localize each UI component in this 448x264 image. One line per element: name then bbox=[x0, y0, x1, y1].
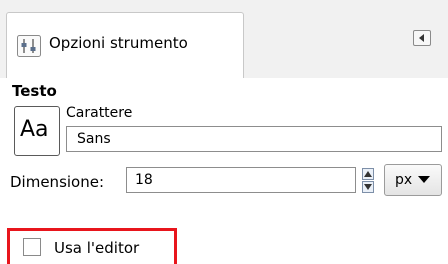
unit-value: px bbox=[395, 172, 413, 188]
font-preview-button[interactable]: Aa bbox=[14, 106, 60, 156]
unit-select[interactable]: px bbox=[384, 164, 442, 196]
font-preview-text: Aa bbox=[20, 117, 49, 142]
tab-menu-button[interactable] bbox=[413, 30, 431, 46]
tab-tool-options[interactable]: Opzioni strumento bbox=[6, 12, 244, 78]
use-editor-label[interactable]: Usa l'editor bbox=[54, 239, 139, 257]
tool-options-icon bbox=[17, 35, 41, 57]
font-input[interactable]: Sans bbox=[66, 126, 442, 152]
section-title: Testo bbox=[12, 82, 57, 100]
tab-label: Opzioni strumento bbox=[49, 34, 188, 52]
size-label: Dimensione: bbox=[10, 173, 105, 191]
use-editor-checkbox[interactable] bbox=[23, 238, 41, 256]
size-input[interactable]: 18 bbox=[126, 167, 356, 193]
arrow-up-icon bbox=[364, 171, 372, 177]
chevron-down-icon bbox=[418, 176, 430, 183]
font-label: Carattere bbox=[66, 105, 133, 121]
tab-menu-icon bbox=[419, 34, 424, 42]
size-decrement-button[interactable] bbox=[362, 181, 374, 193]
arrow-down-icon bbox=[364, 184, 372, 190]
size-increment-button[interactable] bbox=[362, 168, 374, 180]
